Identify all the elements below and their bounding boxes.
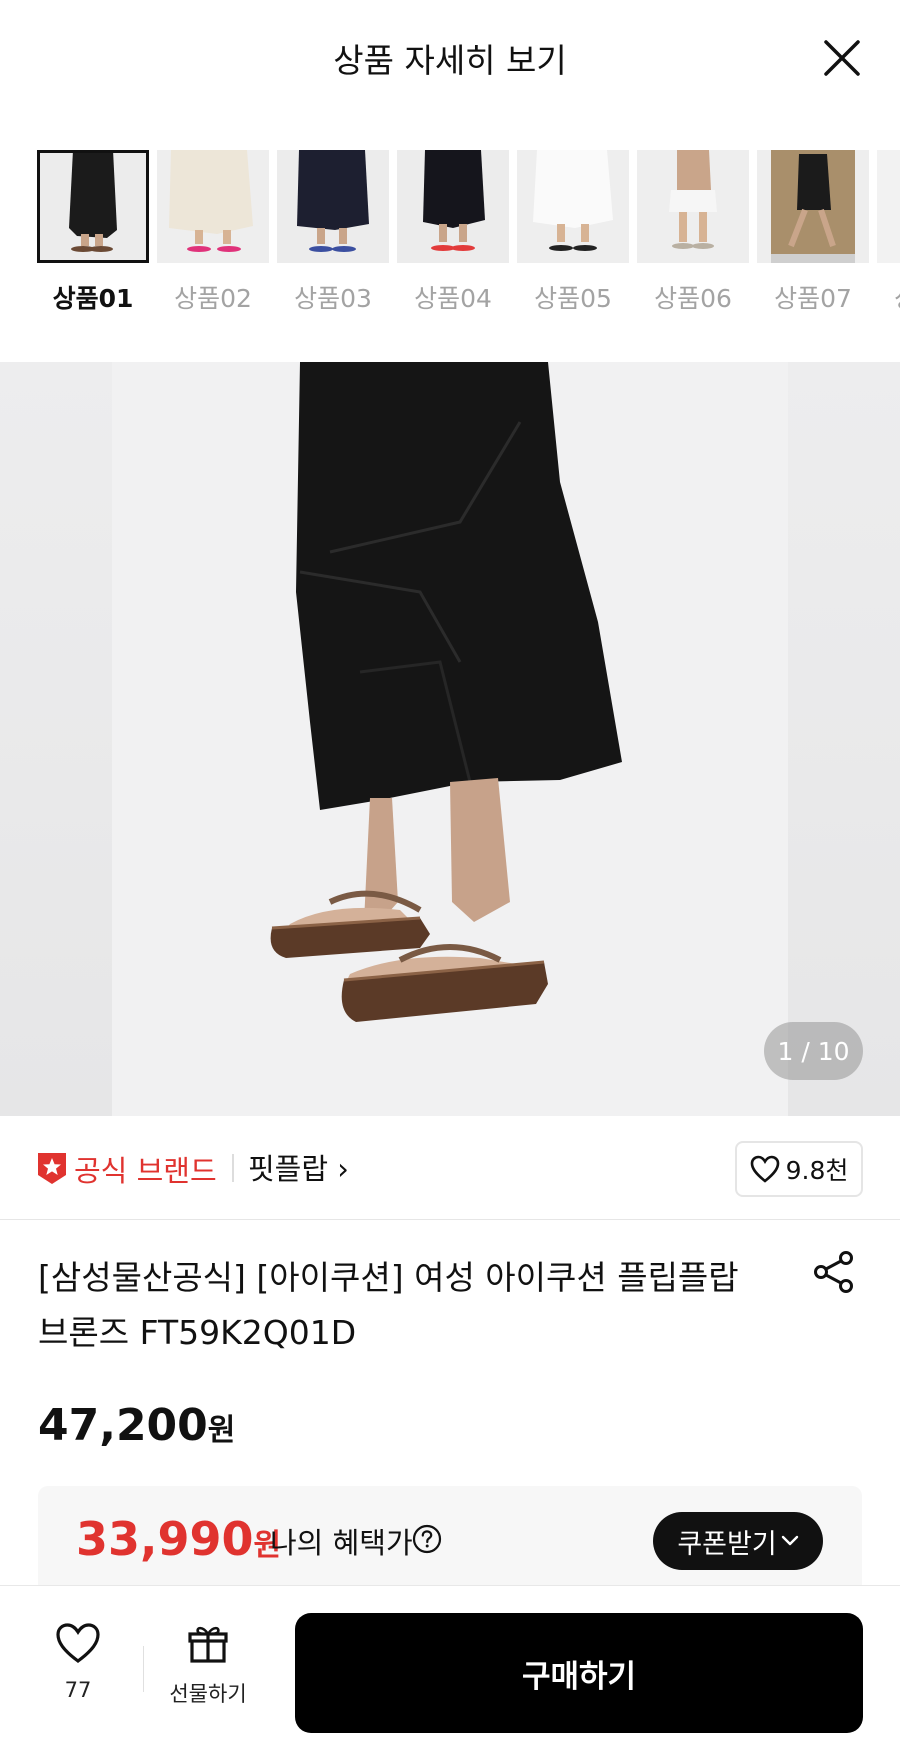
- heart-icon: [56, 1623, 100, 1663]
- thumbnail-label: 상품05: [534, 284, 612, 313]
- image-counter: 1 / 10: [764, 1022, 863, 1080]
- help-icon[interactable]: [412, 1524, 442, 1554]
- header: 상품 자세히 보기: [0, 0, 900, 112]
- close-button[interactable]: [818, 34, 866, 82]
- wishlist-button[interactable]: 77: [40, 1616, 116, 1706]
- coupon-button-label: 쿠폰받기: [677, 1528, 777, 1560]
- thumbnail-image: [877, 150, 900, 263]
- official-brand-label: 공식 브랜드: [74, 1154, 217, 1188]
- original-price: 47,200원: [38, 1400, 235, 1451]
- brand-row: 공식 브랜드 핏플랍 › 9.8천: [0, 1116, 900, 1220]
- share-button[interactable]: [810, 1248, 858, 1296]
- thumbnail-item[interactable]: 상품01: [37, 150, 149, 315]
- bottom-action-bar: 77 선물하기 구매하기: [0, 1585, 900, 1750]
- thumbnail-label: 상품01: [52, 284, 134, 313]
- coupon-button[interactable]: 쿠폰받기: [653, 1512, 823, 1570]
- thumbnail-image: [757, 150, 869, 263]
- thumbnail-item[interactable]: 상품06: [637, 150, 749, 315]
- page-title: 상품 자세히 보기: [333, 41, 567, 80]
- chevron-down-icon: [781, 1535, 798, 1546]
- wishlist-count: 77: [64, 1678, 92, 1702]
- benefit-box: 33,990원 나의 혜택가 쿠폰받기: [38, 1486, 862, 1596]
- original-price-value: 47,200: [38, 1400, 208, 1451]
- thumbnail-item[interactable]: 상품04: [397, 150, 509, 315]
- thumbnail-item[interactable]: 상품07: [757, 150, 869, 315]
- thumbnail-label: 상품03: [294, 284, 372, 313]
- original-price-unit: 원: [207, 1413, 236, 1448]
- benefit-price: 33,990원: [76, 1512, 281, 1566]
- divider: [232, 1154, 234, 1182]
- thumbnail-label: 상품07: [774, 284, 852, 313]
- product-title: [삼성물산공식] [아이쿠션] 여성 아이쿠션 플립플랍 브론즈 FT59K2Q…: [38, 1258, 739, 1352]
- thumbnail-image: [157, 150, 269, 263]
- thumbnail-label: 상품06: [654, 284, 732, 313]
- thumbnail-item[interactable]: 상품08: [877, 150, 900, 315]
- main-product-image[interactable]: [0, 362, 900, 1116]
- thumbnail-label: 상품08: [877, 279, 900, 315]
- thumbnail-image: [397, 150, 509, 263]
- buy-button[interactable]: 구매하기: [295, 1613, 863, 1733]
- brand-like-button[interactable]: 9.8천: [735, 1141, 863, 1197]
- thumbnail-image: [277, 150, 389, 263]
- thumbnail-image: [517, 150, 629, 263]
- official-badge-icon: [38, 1153, 66, 1184]
- benefit-price-value: 33,990: [76, 1512, 254, 1566]
- thumbnail-label: 상품02: [174, 284, 252, 313]
- benefit-label: 나의 혜택가: [270, 1526, 413, 1560]
- share-icon: [814, 1251, 853, 1293]
- thumbnail-label: 상품04: [414, 284, 492, 313]
- brand-link[interactable]: 핏플랍 ›: [248, 1146, 349, 1188]
- gift-icon: [188, 1626, 228, 1663]
- close-icon: [824, 40, 860, 76]
- thumbnail-item[interactable]: 상품02: [157, 150, 269, 315]
- thumbnail-item[interactable]: 상품03: [277, 150, 389, 315]
- heart-icon: [750, 1155, 779, 1183]
- thumbnail-item[interactable]: 상품05: [517, 150, 629, 315]
- gift-button[interactable]: 선물하기: [160, 1616, 256, 1706]
- divider: [143, 1646, 144, 1692]
- brand-like-count: 9.8천: [785, 1156, 849, 1185]
- thumbnail-image: [637, 150, 749, 263]
- gift-label: 선물하기: [169, 1682, 247, 1706]
- thumbnail-strip[interactable]: 상품01 상품02 상품03 상품04 상품05 상품06 상품07: [0, 150, 900, 320]
- thumbnail-image: [37, 150, 149, 263]
